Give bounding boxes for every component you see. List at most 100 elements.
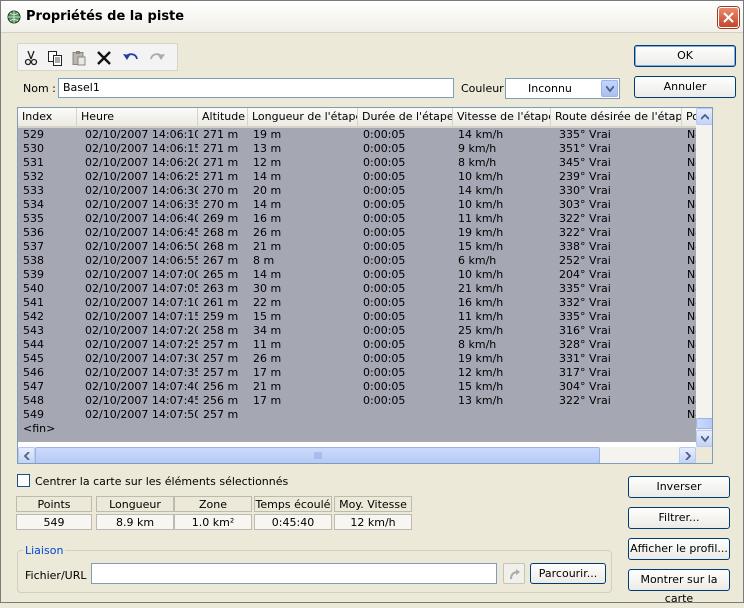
table-row[interactable]: 541 02/10/2007 14:07:10 261 m 22 m 0:00:05 16… (18, 296, 696, 310)
cell-position: N47 (687, 282, 696, 295)
cell-step-length: 16 m (253, 212, 282, 225)
cell-step-length: 19 m (253, 128, 282, 141)
scroll-right-button[interactable] (679, 447, 696, 463)
cell-index: 539 (23, 268, 44, 281)
column-header-time[interactable]: Heure (77, 108, 198, 126)
show-profile-button[interactable]: Afficher le profil... (628, 538, 730, 560)
table-row[interactable]: 543 02/10/2007 14:07:20 258 m 34 m 0:00:05 25… (18, 324, 696, 338)
table-row[interactable]: 539 02/10/2007 14:07:00 265 m 14 m 0:00:05 10… (18, 268, 696, 282)
cell-step-course: 317° Vrai (559, 366, 611, 379)
cell-step-duration: 0:00:05 (363, 352, 406, 365)
cell-step-length: 12 m (253, 156, 282, 169)
list-rows[interactable]: 529 02/10/2007 14:06:10 271 m 19 m 0:00:05 14… (18, 128, 696, 442)
column-header-step-course[interactable]: Route désirée de l'étape (551, 108, 682, 126)
cell-position: N47 (687, 128, 696, 141)
scroll-down-button[interactable] (696, 430, 712, 447)
cell-index: 532 (23, 170, 44, 183)
redo-button[interactable] (146, 48, 166, 68)
cell-altitude: 263 m (203, 282, 239, 295)
vertical-scroll-thumb[interactable] (696, 418, 712, 429)
column-header-step-length[interactable]: Longueur de l'étape (248, 108, 358, 126)
show-on-map-button[interactable]: Montrer sur la carte (628, 569, 730, 605)
table-row[interactable]: 532 02/10/2007 14:06:25 271 m 14 m 0:00:05 10… (18, 170, 696, 184)
cancel-button[interactable]: Annuler (634, 76, 736, 98)
column-header-step-duration[interactable]: Durée de l'étape (358, 108, 453, 126)
scroll-left-button[interactable] (18, 447, 35, 463)
delete-button[interactable] (94, 48, 114, 68)
horizontal-scrollbar[interactable] (18, 447, 696, 463)
table-row[interactable]: 549 02/10/2007 14:07:50 257 m N47 (18, 408, 696, 422)
cell-position: N47 (687, 324, 696, 337)
cut-button[interactable] (21, 48, 41, 68)
table-row[interactable]: 546 02/10/2007 14:07:35 257 m 17 m 0:00:05 12… (18, 366, 696, 380)
cell-position: N47 (687, 310, 696, 323)
table-row[interactable]: 536 02/10/2007 14:06:45 268 m 26 m 0:00:05 19… (18, 226, 696, 240)
open-link-button[interactable] (503, 563, 525, 584)
color-dropdown-button[interactable] (601, 80, 618, 97)
cell-altitude: 268 m (203, 226, 239, 239)
chevron-left-icon (24, 452, 30, 460)
undo-button[interactable] (120, 48, 140, 68)
name-input[interactable]: Basel1 (58, 78, 454, 98)
chevron-down-icon (606, 86, 614, 92)
file-url-label: Fichier/URL : (25, 569, 94, 582)
stat-value-avg-speed: 12 km/h (334, 514, 412, 530)
cell-altitude: 271 m (203, 128, 239, 141)
table-row[interactable]: 544 02/10/2007 14:07:25 257 m 11 m 0:00:05 8 … (18, 338, 696, 352)
column-header-altitude[interactable]: Altitude (198, 108, 248, 126)
cell-altitude: 267 m (203, 254, 239, 267)
cell-step-course: 322° Vrai (559, 226, 611, 239)
table-row[interactable]: 530 02/10/2007 14:06:15 271 m 13 m 0:00:05 9 … (18, 142, 696, 156)
globe-icon (7, 10, 21, 24)
cell-step-length: 26 m (253, 226, 282, 239)
table-row[interactable]: 534 02/10/2007 14:06:35 270 m 14 m 0:00:05 10… (18, 198, 696, 212)
cell-index: 531 (23, 156, 44, 169)
paste-button[interactable] (69, 48, 89, 68)
center-map-checkbox[interactable] (17, 474, 30, 487)
cell-step-duration (363, 408, 453, 422)
table-row[interactable]: 535 02/10/2007 14:06:40 269 m 16 m 0:00:05 11… (18, 212, 696, 226)
stat-value-area: 1.0 km² (174, 514, 252, 530)
table-row[interactable]: 542 02/10/2007 14:07:15 259 m 15 m 0:00:05 11… (18, 310, 696, 324)
close-button[interactable] (718, 7, 739, 28)
title-bar[interactable]: Propriétés de la piste (1, 1, 743, 33)
cell-step-speed: 10 km/h (458, 198, 504, 211)
cell-step-duration: 0:00:05 (363, 366, 406, 379)
reverse-button[interactable]: Inverser (628, 476, 730, 498)
cell-step-speed: 8 km/h (458, 338, 497, 351)
cell-step-length: 17 m (253, 366, 282, 379)
vertical-scrollbar[interactable] (696, 108, 712, 447)
cell-index: 540 (23, 282, 44, 295)
color-select[interactable]: Inconnu (505, 78, 620, 99)
cell-position: N47 (687, 338, 696, 351)
table-row[interactable]: 545 02/10/2007 14:07:30 257 m 26 m 0:00:05 19… (18, 352, 696, 366)
table-row[interactable]: 538 02/10/2007 14:06:55 267 m 8 m 0:00:05 6 k… (18, 254, 696, 268)
filter-button[interactable]: Filtrer... (628, 507, 730, 529)
table-row[interactable]: 531 02/10/2007 14:06:20 271 m 12 m 0:00:05 8 … (18, 156, 696, 170)
ok-button[interactable]: OK (634, 45, 736, 67)
cell-altitude: 257 m (203, 338, 239, 351)
column-header-step-speed[interactable]: Vitesse de l'étape (453, 108, 551, 126)
column-header-index[interactable]: Index (18, 108, 77, 126)
table-row[interactable]: 533 02/10/2007 14:06:30 270 m 20 m 0:00:05 14… (18, 184, 696, 198)
cell-step-course: 204° Vrai (559, 268, 611, 281)
cell-step-duration: 0:00:05 (363, 268, 406, 281)
scroll-up-button[interactable] (696, 108, 712, 125)
horizontal-scroll-thumb[interactable] (35, 447, 600, 463)
table-row[interactable]: 547 02/10/2007 14:07:40 256 m 21 m 0:00:05 15… (18, 380, 696, 394)
color-label: Couleur (461, 82, 504, 95)
cell-step-length: 20 m (253, 184, 282, 197)
trackpoint-list[interactable]: Index Heure Altitude Longueur de l'étape Dur… (17, 107, 713, 464)
table-row[interactable]: 540 02/10/2007 14:07:05 263 m 30 m 0:00:05 21… (18, 282, 696, 296)
table-row[interactable]: 537 02/10/2007 14:06:50 268 m 21 m 0:00:05 15… (18, 240, 696, 254)
file-url-input[interactable] (91, 563, 497, 584)
cell-time: 02/10/2007 14:06:20 (85, 156, 198, 169)
cell-step-speed: 10 km/h (458, 170, 504, 183)
browse-button[interactable]: Parcourir... (530, 563, 606, 584)
cell-time: 02/10/2007 14:06:50 (85, 240, 198, 253)
cell-step-speed (458, 408, 551, 422)
table-row[interactable]: 529 02/10/2007 14:06:10 271 m 19 m 0:00:05 14… (18, 128, 696, 142)
table-row[interactable]: 548 02/10/2007 14:07:45 256 m 17 m 0:00:05 13… (18, 394, 696, 408)
copy-button[interactable] (45, 48, 65, 68)
cell-step-duration: 0:00:05 (363, 170, 406, 183)
